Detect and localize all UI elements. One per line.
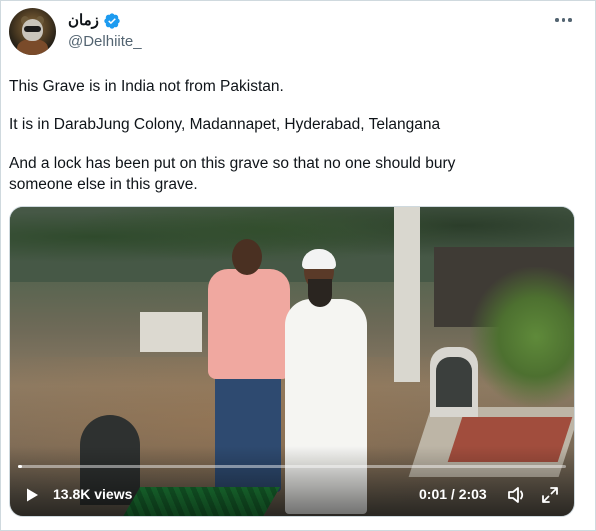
more-options-icon[interactable] [555, 18, 572, 22]
video-view-count: 13.8K views [53, 486, 133, 502]
video-controls-shade [10, 446, 574, 516]
video-person [232, 239, 262, 275]
tweet-paragraph: And a lock has been put on this grave so… [9, 155, 456, 193]
author-handle[interactable]: @Delhiite_ [68, 33, 142, 50]
video-headstone-inscription [436, 357, 472, 407]
video-pillar [394, 207, 420, 382]
verified-badge-icon [104, 12, 120, 29]
avatar-body [17, 39, 48, 55]
more-dot [555, 18, 559, 22]
volume-icon[interactable] [507, 486, 527, 504]
video-grave-slab [140, 312, 202, 352]
video-foliage [470, 267, 574, 407]
more-dot [568, 18, 572, 22]
author-display-name[interactable]: زمان [68, 11, 99, 30]
video-progress-bar[interactable] [18, 465, 566, 468]
video-headstone [430, 347, 478, 417]
tweet-paragraph: It is in DarabJung Colony, Madannapet, H… [9, 116, 441, 133]
video-person [308, 279, 332, 307]
avatar-mask [24, 26, 41, 32]
more-dot [561, 18, 565, 22]
tweet-paragraph: This Grave is in India not from Pakistan… [9, 78, 284, 95]
fullscreen-icon[interactable] [541, 486, 559, 504]
avatar[interactable] [9, 8, 56, 55]
video-progress-fill [18, 465, 23, 468]
video-player[interactable]: 13.8K views 0:01 / 2:03 [9, 206, 575, 517]
video-person [208, 269, 290, 379]
play-icon[interactable] [24, 487, 40, 503]
video-time: 0:01 / 2:03 [419, 486, 487, 502]
author-name-row: زمان [68, 11, 121, 30]
